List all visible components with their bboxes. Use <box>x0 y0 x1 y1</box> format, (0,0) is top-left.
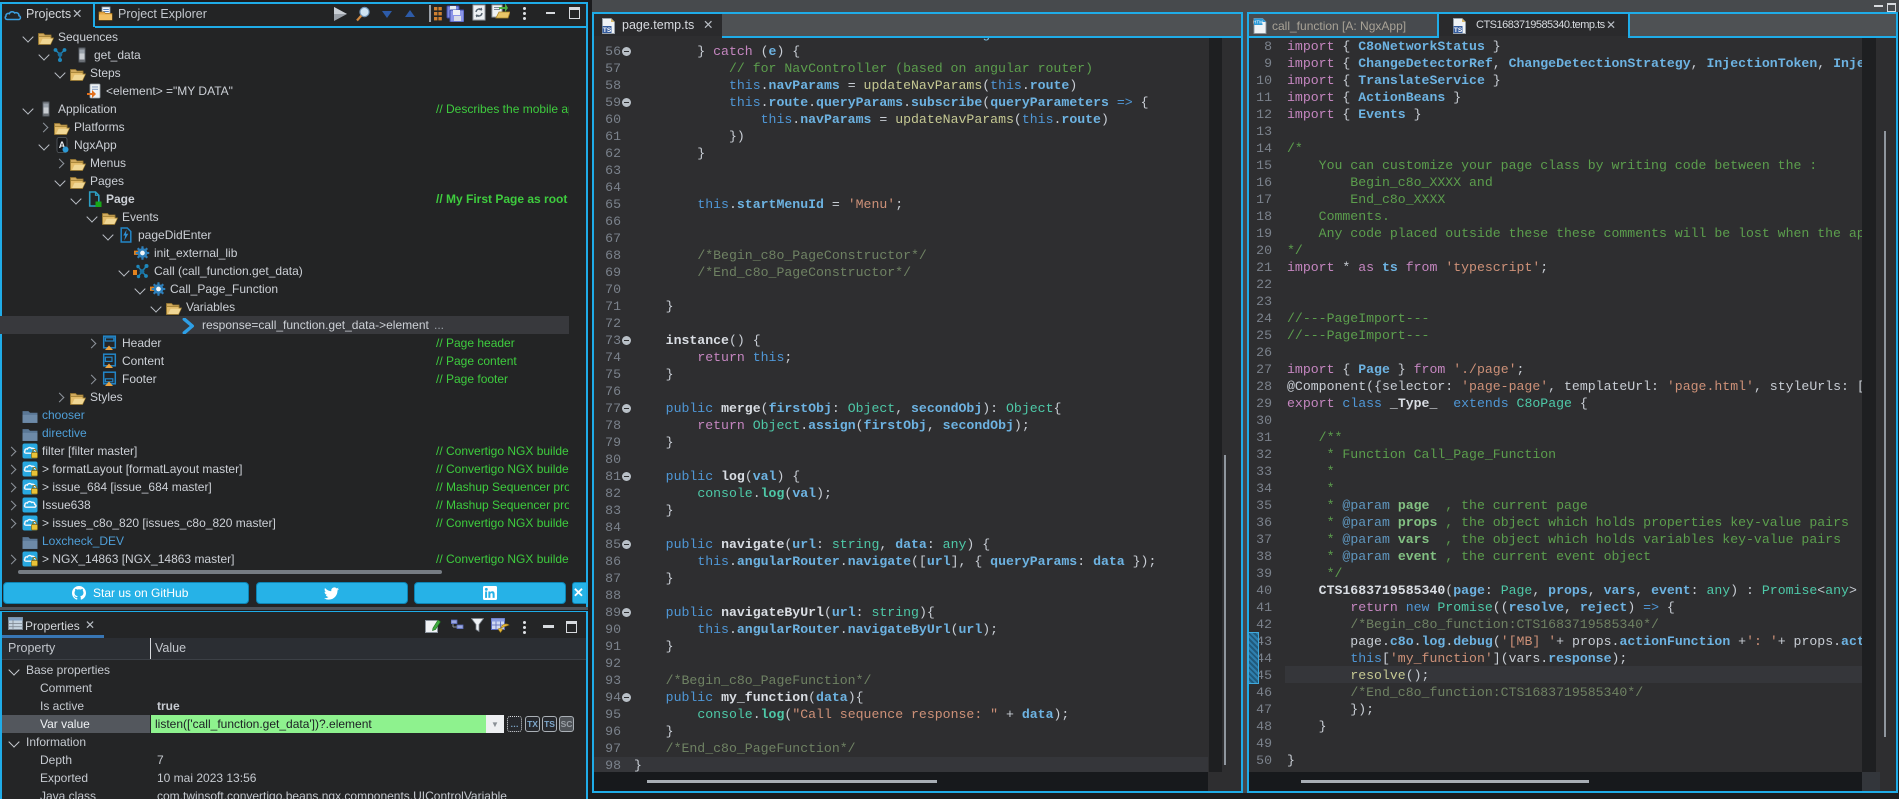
svg-text:HTM: HTM <box>1253 20 1263 25</box>
svg-text:TS: TS <box>603 27 612 34</box>
svg-text:TS: TS <box>1454 27 1463 34</box>
